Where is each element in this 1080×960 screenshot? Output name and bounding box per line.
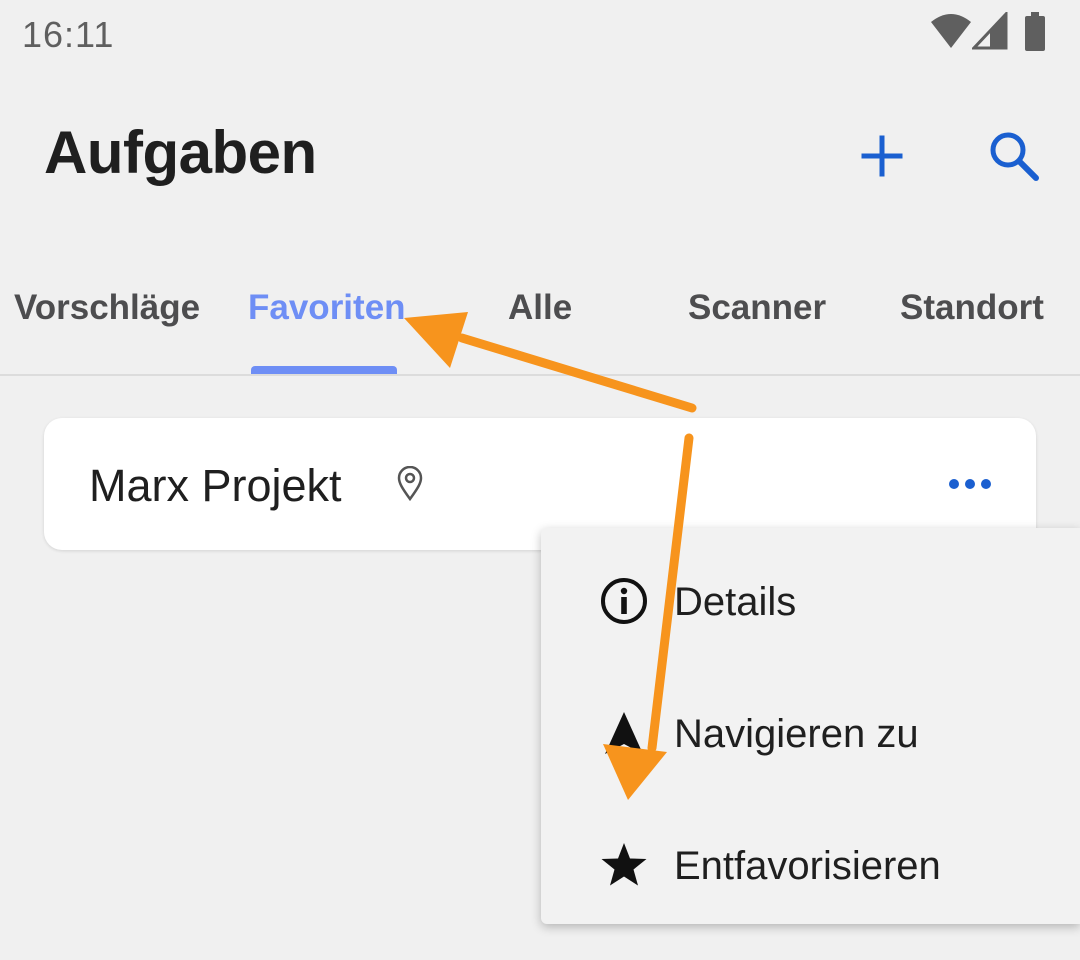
wifi-icon <box>931 14 971 48</box>
menu-item-unfavorite[interactable]: Entfavorisieren <box>541 798 1080 930</box>
menu-item-unfavorite-label: Entfavorisieren <box>674 844 941 888</box>
battery-icon <box>1025 12 1045 51</box>
plus-icon <box>861 135 903 177</box>
tab-alle[interactable]: Alle <box>508 288 572 328</box>
cellular-signal-icon <box>972 12 1008 50</box>
tab-vorschlaege[interactable]: Vorschläge <box>14 288 200 328</box>
status-bar: 16:11 <box>0 0 1080 72</box>
more-options-button[interactable] <box>940 462 1000 506</box>
tab-favoriten[interactable]: Favoriten <box>248 288 406 328</box>
menu-item-navigate-label: Navigieren zu <box>674 712 919 756</box>
more-horizontal-icon <box>949 479 991 489</box>
star-icon <box>601 843 647 886</box>
search-icon <box>990 132 1039 181</box>
tab-bar: Vorschläge Favoriten Alle Scanner Stando… <box>0 270 1080 376</box>
search-button[interactable] <box>982 124 1046 188</box>
info-icon <box>601 578 647 624</box>
tab-scanner[interactable]: Scanner <box>688 288 826 328</box>
menu-item-details-label: Details <box>674 580 797 624</box>
add-button[interactable] <box>850 124 914 188</box>
active-tab-indicator <box>251 366 397 374</box>
page-title: Aufgaben <box>44 119 317 186</box>
context-menu: Details Navigieren zu Entfavorisieren <box>541 528 1080 924</box>
menu-item-details[interactable]: Details <box>541 534 1080 666</box>
status-icons <box>930 12 1060 52</box>
menu-item-navigate[interactable]: Navigieren zu <box>541 666 1080 798</box>
navigation-icon <box>605 712 643 754</box>
card-title: Marx Projekt <box>89 460 342 511</box>
status-time: 16:11 <box>22 14 115 55</box>
location-pin-icon <box>397 466 423 502</box>
tab-standort[interactable]: Standort <box>900 288 1044 328</box>
